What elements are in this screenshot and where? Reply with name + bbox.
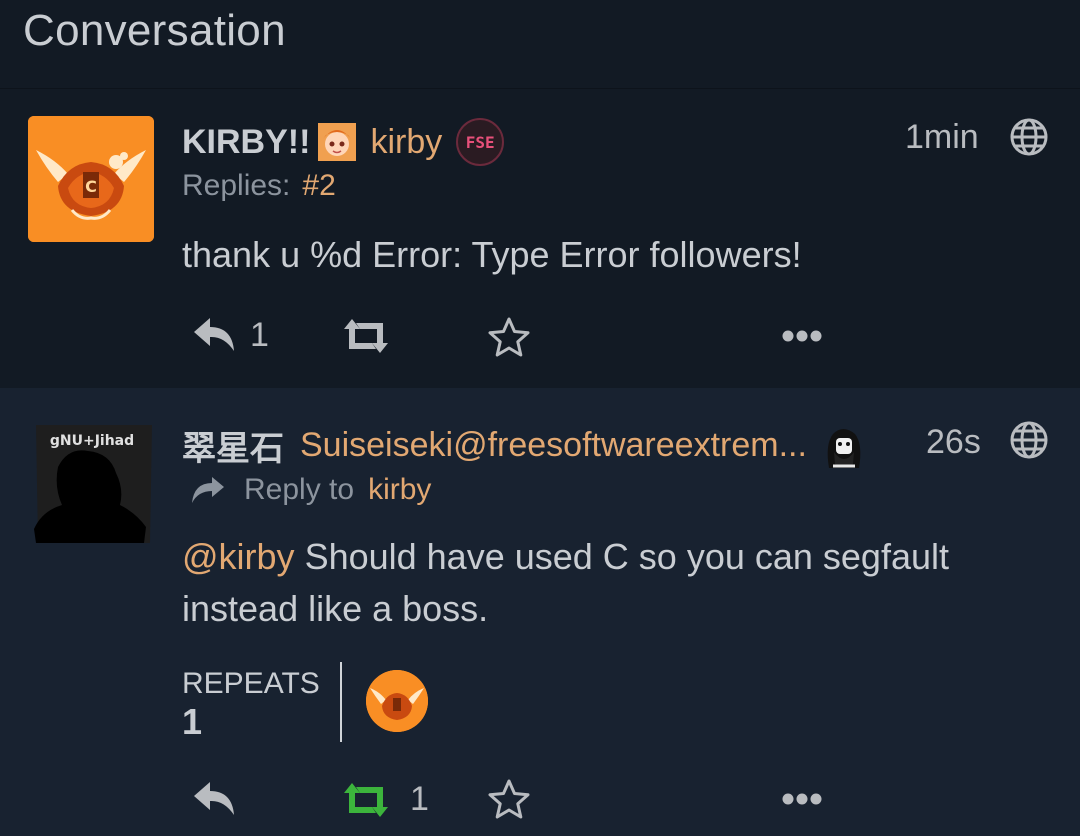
- reply-to-label: Reply to: [244, 473, 355, 506]
- repeat-button[interactable]: [340, 317, 392, 355]
- retweet-icon: [344, 782, 388, 817]
- more-options-button[interactable]: [781, 329, 823, 343]
- display-name[interactable]: 翠星石: [182, 421, 284, 470]
- post-content: thank u %d Error: Type Error followers!: [182, 234, 802, 275]
- globe-icon[interactable]: [1009, 117, 1049, 157]
- content-line-1: Should have used C so you can segfault: [294, 536, 949, 577]
- replies-label: Replies:: [182, 169, 291, 202]
- emoji-icon: [318, 123, 357, 161]
- ellipsis-icon: [782, 330, 822, 342]
- retweet-icon: [344, 319, 388, 353]
- user-handle[interactable]: kirby: [370, 123, 442, 162]
- favorite-button[interactable]: [487, 316, 531, 358]
- reply-icon: [194, 782, 234, 815]
- divider: [340, 662, 342, 742]
- mention-link[interactable]: @kirby: [182, 536, 295, 577]
- user-emoji-icon: [818, 421, 869, 470]
- repeat-button[interactable]: 1: [340, 780, 429, 819]
- content-line-2: instead like a boss.: [182, 588, 489, 629]
- reply-button[interactable]: 1: [192, 315, 269, 355]
- conversation-header: Conversation: [0, 0, 1080, 89]
- svg-text:C: C: [85, 177, 97, 196]
- instance-badge-icon: FSE: [456, 118, 505, 166]
- star-icon: [488, 317, 530, 357]
- favorite-button[interactable]: [487, 778, 531, 820]
- repeater-avatar[interactable]: [366, 670, 428, 732]
- ellipsis-icon: [782, 793, 822, 805]
- post-content: @kirby Should have used C so you can seg…: [182, 531, 1042, 635]
- avatar-text: gNU+Jihad: [50, 433, 134, 449]
- reply-arrow-icon: [192, 477, 224, 503]
- avatar[interactable]: C: [28, 116, 154, 242]
- repeat-count: 1: [410, 780, 429, 818]
- repeats-count: 1: [182, 701, 203, 742]
- page-title: Conversation: [23, 6, 286, 55]
- avatar[interactable]: gNU+Jihad: [28, 417, 154, 547]
- globe-icon[interactable]: [1009, 420, 1049, 460]
- post-time[interactable]: 26s: [926, 423, 981, 462]
- repeats-label: REPEATS: [182, 667, 320, 700]
- post-time[interactable]: 1min: [905, 118, 979, 157]
- display-name[interactable]: KIRBY!!: [182, 123, 310, 162]
- replies-link[interactable]: #2: [302, 169, 335, 203]
- user-handle[interactable]: Suiseiseki@freesoftwareextrem...: [300, 426, 807, 465]
- instance-badge-label: FSE: [465, 132, 495, 152]
- reply-button[interactable]: [192, 779, 236, 819]
- reply-to-user[interactable]: kirby: [368, 473, 431, 507]
- more-options-button[interactable]: [781, 792, 823, 806]
- status-post[interactable]: C KIRBY!! kirby FSE Replies: #2 1min tha…: [0, 89, 1080, 388]
- status-post[interactable]: gNU+Jihad 翠星石 Suiseiseki@freesoftwareext…: [0, 389, 1080, 836]
- reply-icon: [194, 318, 234, 351]
- star-icon: [488, 779, 530, 819]
- reply-count: 1: [250, 315, 269, 354]
